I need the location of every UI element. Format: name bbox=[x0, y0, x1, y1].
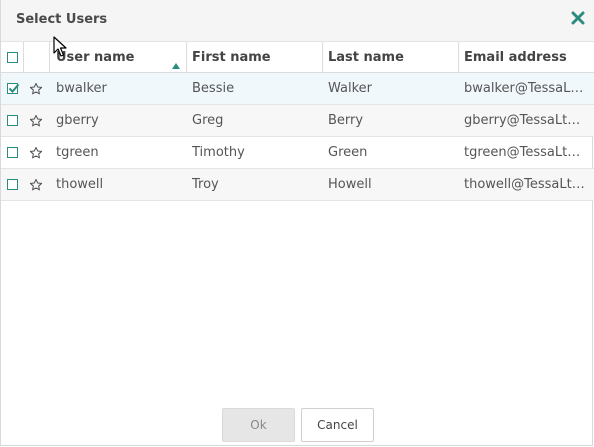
checkbox-icon bbox=[6, 115, 18, 126]
column-header-username[interactable]: User name bbox=[56, 42, 186, 72]
table-header-row: User name First name Last name Email add… bbox=[1, 42, 594, 73]
checkbox-icon bbox=[6, 179, 18, 190]
cell-last-name: Green bbox=[328, 145, 368, 160]
row-checkbox[interactable] bbox=[1, 169, 23, 200]
row-checkbox[interactable] bbox=[1, 137, 23, 168]
select-users-dialog: Select Users User name First name Last n… bbox=[0, 0, 594, 446]
row-checkbox[interactable] bbox=[1, 105, 23, 136]
cell-email: tgreen@TessaLtd.de bbox=[464, 145, 588, 160]
table-row[interactable]: thowell Troy Howell thowell@TessaLtd.de bbox=[1, 169, 594, 201]
cell-last-name: Berry bbox=[328, 113, 364, 128]
cell-first-name: Bessie bbox=[192, 81, 235, 96]
close-icon[interactable] bbox=[571, 10, 585, 25]
table-row[interactable]: bwalker Bessie Walker bwalker@TessaLtd.d… bbox=[1, 73, 594, 105]
mouse-cursor-icon bbox=[53, 36, 67, 62]
star-icon[interactable] bbox=[24, 105, 48, 136]
table-body: bwalker Bessie Walker bwalker@TessaLtd.d… bbox=[1, 73, 594, 201]
ok-button[interactable]: Ok bbox=[222, 408, 295, 442]
cell-email: thowell@TessaLtd.de bbox=[464, 177, 588, 192]
select-all-checkbox[interactable] bbox=[1, 42, 23, 72]
cell-username: thowell bbox=[56, 177, 104, 192]
cell-email: gberry@TessaLtd.de bbox=[464, 113, 588, 128]
cell-username: gberry bbox=[56, 113, 99, 128]
cell-first-name: Troy bbox=[192, 177, 219, 192]
users-table: User name First name Last name Email add… bbox=[1, 42, 594, 201]
cell-last-name: Walker bbox=[328, 81, 373, 96]
cell-email: bwalker@TessaLtd.de bbox=[464, 81, 588, 96]
cell-username: tgreen bbox=[56, 145, 99, 160]
dialog-header: Select Users bbox=[1, 0, 594, 42]
cell-username: bwalker bbox=[56, 81, 107, 96]
column-header-first-name[interactable]: First name bbox=[192, 42, 322, 72]
star-icon[interactable] bbox=[24, 73, 48, 104]
checkbox-checked-icon bbox=[6, 83, 19, 94]
cell-first-name: Timothy bbox=[192, 145, 245, 160]
column-header-email[interactable]: Email address bbox=[464, 42, 588, 72]
checkbox-icon bbox=[6, 147, 18, 158]
star-icon[interactable] bbox=[24, 169, 48, 200]
cell-first-name: Greg bbox=[192, 113, 224, 128]
star-icon[interactable] bbox=[24, 137, 48, 168]
cell-last-name: Howell bbox=[328, 177, 372, 192]
dialog-title: Select Users bbox=[16, 12, 108, 27]
column-header-last-name[interactable]: Last name bbox=[328, 42, 458, 72]
checkbox-icon bbox=[6, 51, 18, 63]
cancel-button[interactable]: Cancel bbox=[301, 408, 374, 442]
table-row[interactable]: tgreen Timothy Green tgreen@TessaLtd.de bbox=[1, 137, 594, 169]
table-row[interactable]: gberry Greg Berry gberry@TessaLtd.de bbox=[1, 105, 594, 137]
row-checkbox[interactable] bbox=[1, 73, 23, 104]
sort-ascending-icon[interactable] bbox=[172, 54, 180, 73]
